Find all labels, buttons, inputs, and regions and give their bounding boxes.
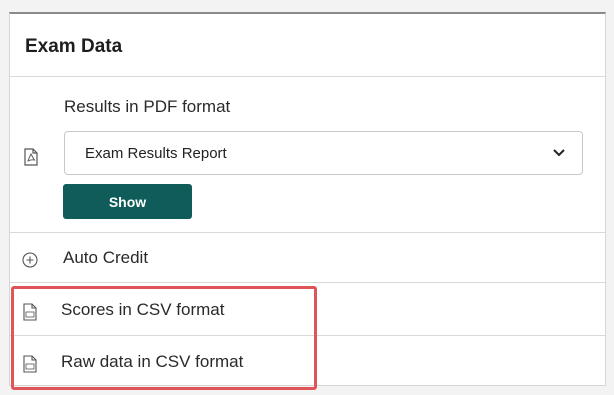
exam-data-panel: Exam Data Results in PDF format Exam Res…	[9, 12, 606, 386]
divider	[10, 76, 605, 77]
csv-file-icon	[23, 355, 37, 373]
report-select-value: Exam Results Report	[85, 145, 227, 162]
panel-title: Exam Data	[25, 36, 123, 57]
auto-credit-label: Auto Credit	[63, 248, 149, 267]
chevron-down-icon	[553, 149, 565, 157]
divider	[10, 232, 605, 233]
show-button[interactable]: Show	[63, 184, 192, 219]
raw-csv-label: Raw data in CSV format	[61, 352, 244, 371]
divider	[10, 335, 605, 336]
csv-file-icon	[23, 303, 37, 321]
pdf-section-label: Results in PDF format	[64, 97, 231, 116]
plus-circle-icon	[22, 252, 38, 268]
pdf-file-icon	[24, 148, 38, 166]
divider	[10, 282, 605, 283]
report-select[interactable]: Exam Results Report	[64, 131, 583, 175]
scores-csv-label: Scores in CSV format	[61, 300, 225, 319]
